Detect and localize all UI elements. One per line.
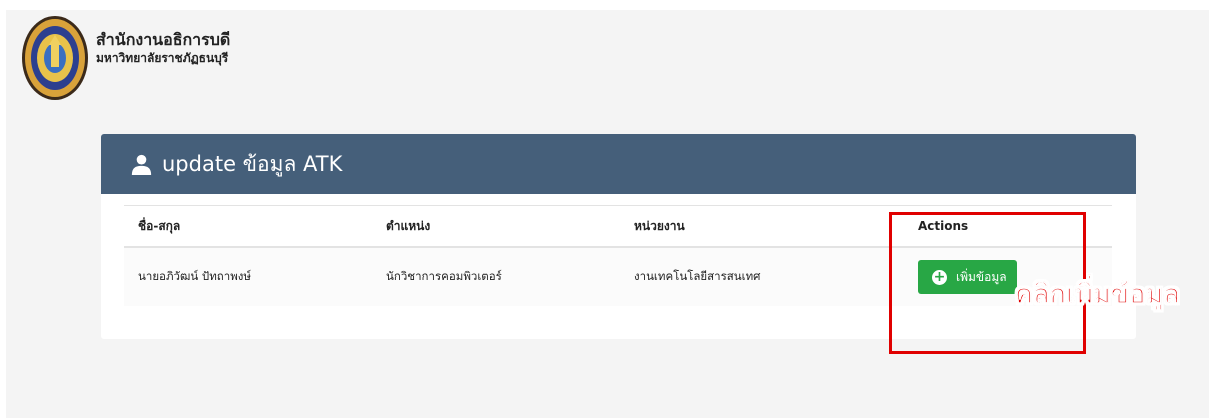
university-seal-icon xyxy=(22,16,88,100)
card-header: update ข้อมูล ATK xyxy=(101,134,1136,194)
column-header-position[interactable]: ตำแหน่ง xyxy=(372,205,620,248)
column-header-name[interactable]: ชื่อ-สกุล xyxy=(124,205,372,248)
brand[interactable]: สำนักงานอธิการบดี มหาวิทยาลัยราชภัฏธนบุร… xyxy=(20,13,230,103)
cell-position: นักวิชาการคอมพิวเตอร์ xyxy=(372,247,620,306)
card-title: update ข้อมูล ATK xyxy=(162,151,343,176)
click-annotation: คลิกเพิ่มข้อมูล xyxy=(1015,279,1180,311)
brand-title: สำนักงานอธิการบดี xyxy=(96,30,231,49)
user-icon xyxy=(131,154,152,175)
column-header-department[interactable]: หน่วยงาน xyxy=(620,205,904,248)
brand-subtitle: มหาวิทยาลัยราชภัฏธนบุรี xyxy=(96,51,229,65)
cell-department: งานเทคโนโลยีสารสนเทศ xyxy=(620,247,904,306)
cell-name: นายอภิวัฒน์ ปัทถาพงษ์ xyxy=(124,247,372,306)
